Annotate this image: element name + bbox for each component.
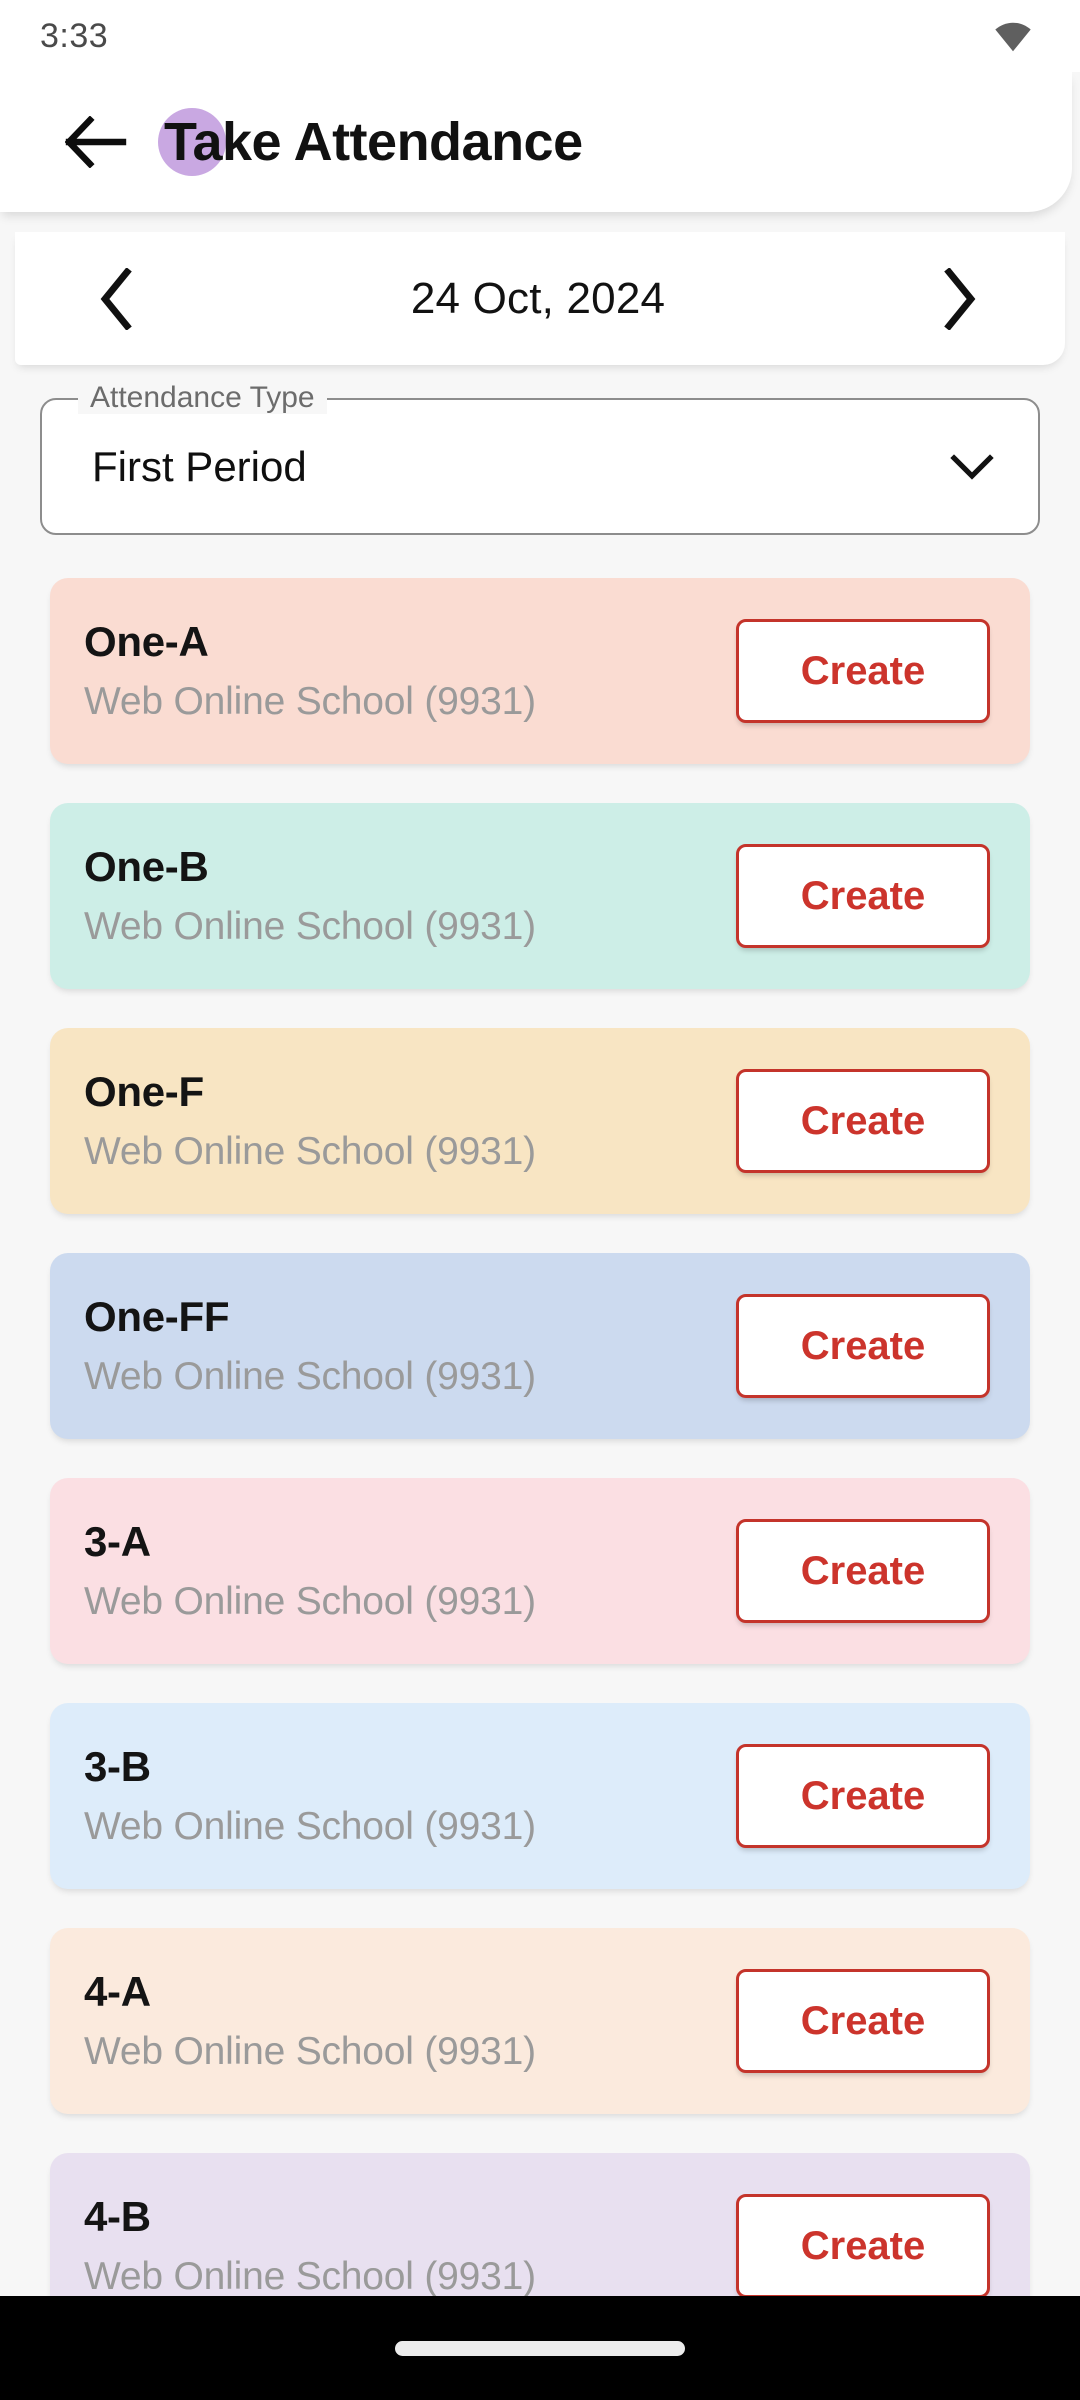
create-attendance-button[interactable]: Create	[736, 619, 990, 723]
arrow-left-icon	[65, 116, 127, 168]
class-card-text: One-F Web Online School (9931)	[84, 1068, 536, 1174]
create-attendance-button[interactable]: Create	[736, 1294, 990, 1398]
create-attendance-button[interactable]: Create	[736, 1969, 990, 2073]
status-time: 3:33	[40, 16, 109, 55]
school-name: Web Online School (9931)	[84, 680, 536, 723]
class-list[interactable]: One-A Web Online School (9931) Create One-B…	[0, 578, 1080, 2318]
class-card[interactable]: 3-A Web Online School (9931) Create	[50, 1478, 1030, 1664]
school-name: Web Online School (9931)	[84, 1580, 536, 1623]
class-card-text: One-FF Web Online School (9931)	[84, 1293, 536, 1399]
class-card-text: 3-A Web Online School (9931)	[84, 1518, 536, 1624]
status-bar: 3:33	[0, 0, 1080, 72]
class-card[interactable]: 4-B Web Online School (9931) Create	[50, 2153, 1030, 2318]
class-name: 4-A	[84, 1968, 151, 2015]
class-card[interactable]: 3-B Web Online School (9931) Create	[50, 1703, 1030, 1889]
chevron-down-icon	[950, 453, 994, 480]
status-icons	[992, 19, 1034, 53]
class-card[interactable]: 4-A Web Online School (9931) Create	[50, 1928, 1030, 2114]
class-card-text: 4-A Web Online School (9931)	[84, 1968, 536, 2074]
attendance-type-label: Attendance Type	[78, 382, 327, 414]
school-name: Web Online School (9931)	[84, 905, 536, 948]
chevron-left-icon	[100, 267, 132, 330]
gesture-handle[interactable]	[395, 2340, 685, 2356]
next-date-button[interactable]	[913, 253, 1005, 345]
create-attendance-button[interactable]: Create	[736, 1519, 990, 1623]
class-name: 3-B	[84, 1743, 151, 1790]
wifi-icon	[995, 22, 1031, 52]
back-button[interactable]	[48, 94, 144, 190]
class-card-text: 3-B Web Online School (9931)	[84, 1743, 536, 1849]
selected-date: 24 Oct, 2024	[410, 273, 666, 323]
class-card[interactable]: One-FF Web Online School (9931) Create	[50, 1253, 1030, 1439]
school-name: Web Online School (9931)	[84, 1805, 536, 1848]
class-card-text: One-B Web Online School (9931)	[84, 843, 536, 949]
attendance-type-select[interactable]: First Period	[40, 398, 1040, 535]
chevron-right-icon	[944, 267, 976, 330]
phone-screen: 3:33 Take Attendance 24 Oct, 2024 Attend…	[0, 0, 1080, 2400]
create-attendance-button[interactable]: Create	[736, 844, 990, 948]
attendance-type-field: Attendance Type First Period	[40, 382, 1040, 535]
create-attendance-button[interactable]: Create	[736, 1069, 990, 1173]
class-card[interactable]: One-B Web Online School (9931) Create	[50, 803, 1030, 989]
class-name: 4-B	[84, 2193, 151, 2240]
class-card-text: One-A Web Online School (9931)	[84, 618, 536, 724]
class-name: 3-A	[84, 1518, 151, 1565]
class-name: One-A	[84, 618, 209, 665]
system-navigation-bar	[0, 2296, 1080, 2400]
create-attendance-button[interactable]: Create	[736, 2194, 990, 2298]
school-name: Web Online School (9931)	[84, 1130, 536, 1173]
date-navigation-bar: 24 Oct, 2024	[15, 232, 1065, 365]
school-name: Web Online School (9931)	[84, 2030, 536, 2073]
school-name: Web Online School (9931)	[84, 1355, 536, 1398]
app-title-wrap: Take Attendance	[158, 72, 583, 212]
class-card[interactable]: One-F Web Online School (9931) Create	[50, 1028, 1030, 1214]
school-name: Web Online School (9931)	[84, 2255, 536, 2298]
class-card-text: 4-B Web Online School (9931)	[84, 2193, 536, 2299]
previous-date-button[interactable]	[71, 253, 163, 345]
class-name: One-FF	[84, 1293, 230, 1340]
page-title: Take Attendance	[164, 112, 583, 172]
create-attendance-button[interactable]: Create	[736, 1744, 990, 1848]
class-name: One-B	[84, 843, 209, 890]
attendance-type-value: First Period	[92, 442, 307, 490]
class-card[interactable]: One-A Web Online School (9931) Create	[50, 578, 1030, 764]
class-name: One-F	[84, 1068, 204, 1115]
app-bar: Take Attendance	[0, 72, 1072, 212]
